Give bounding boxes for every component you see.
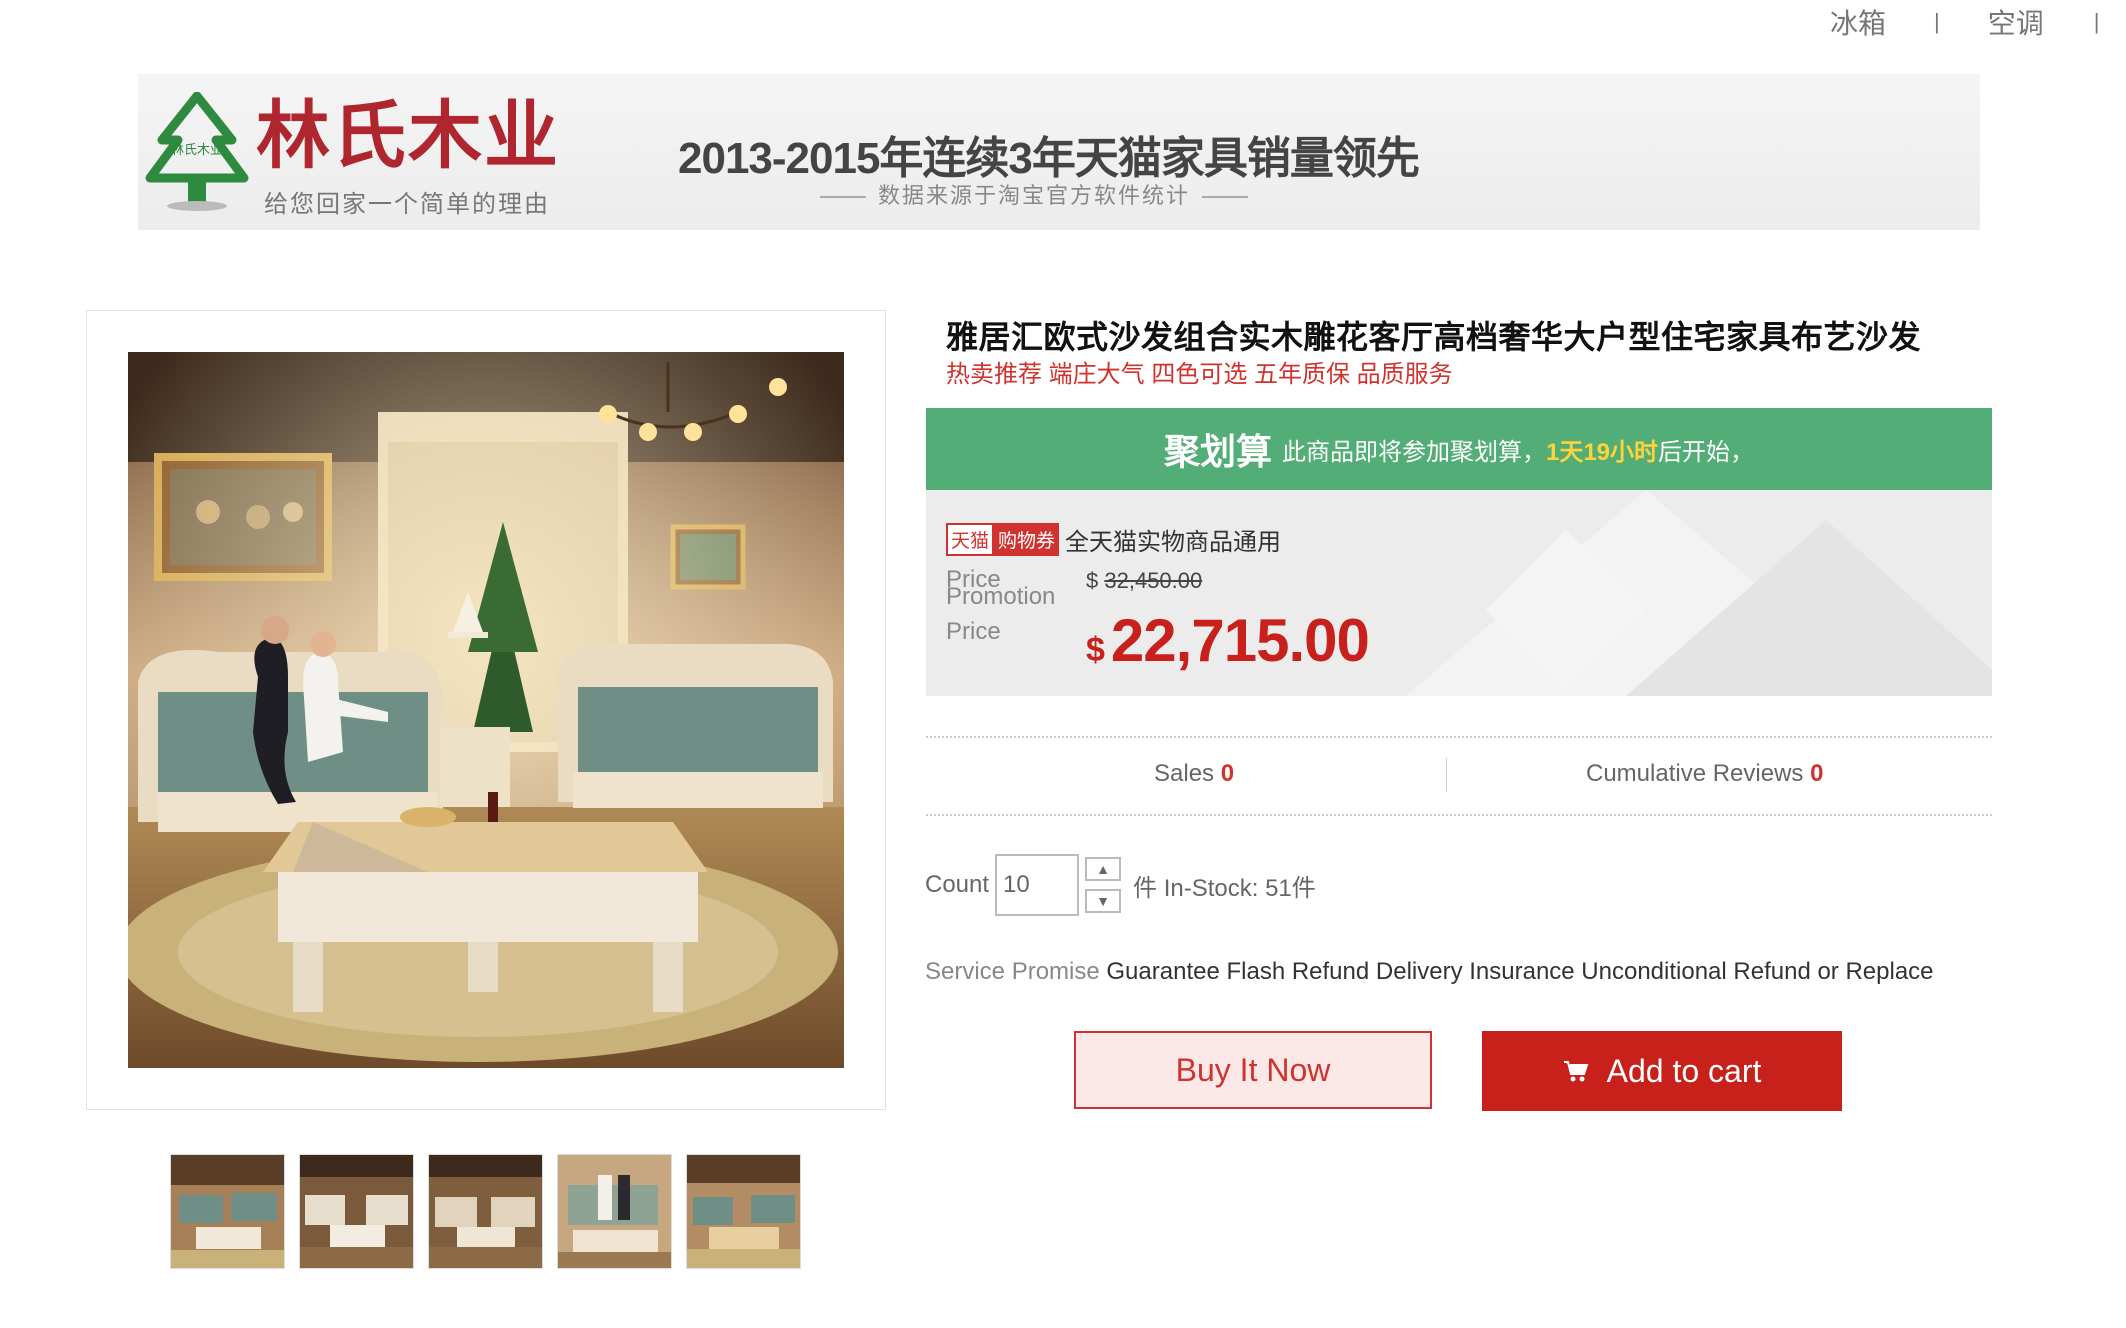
coupon-row[interactable]: 天猫 购物券 全天猫实物商品通用 <box>946 522 1281 557</box>
thumbnail-image <box>300 1155 413 1268</box>
reviews-label: Cumulative Reviews <box>1586 760 1804 787</box>
thumbnail[interactable] <box>170 1154 285 1269</box>
sales-stat: Sales 0 <box>1154 760 1234 788</box>
reviews-value: 0 <box>1810 760 1824 787</box>
product-title: 雅居汇欧式沙发组合实木雕花客厅高档奢华大户型住宅家具布艺沙发 <box>946 319 1922 355</box>
thumbnail[interactable] <box>299 1154 414 1269</box>
promotion-price: $22,715.00 <box>1086 606 1370 675</box>
banner-subline: 数据来源于淘宝官方软件统计 <box>808 178 1260 210</box>
thumbnail-image <box>558 1155 671 1268</box>
stats-divider <box>1446 758 1447 792</box>
chevron-up-icon[interactable]: ▲ <box>1085 857 1122 881</box>
nav-separator: | <box>2093 9 2100 34</box>
currency-symbol: $ <box>1086 631 1105 669</box>
decor-line <box>1202 196 1249 199</box>
cart-icon <box>1563 1061 1589 1082</box>
quantity-stepper: ▲ ▼ <box>1085 857 1122 913</box>
thumbnail[interactable] <box>428 1154 543 1269</box>
nav-link-fridge[interactable]: 冰箱 <box>1830 2 1886 42</box>
service-promise: Service Promise Guarantee Flash Refund D… <box>925 958 1934 986</box>
voucher-tag: 购物券 <box>994 523 1060 556</box>
original-price-value: 32,450.00 <box>1104 568 1203 593</box>
promotion-price-label: Price <box>946 618 1001 645</box>
promo-brand: 聚划算 <box>1163 432 1272 473</box>
original-price: $ 32,450.00 <box>1086 568 1202 594</box>
brand-slogan: 给您回家一个简单的理由 <box>264 191 550 218</box>
chevron-down-icon[interactable]: ▼ <box>1085 889 1122 913</box>
product-main-image[interactable] <box>128 352 844 1068</box>
decor-line <box>820 196 866 199</box>
count-label: Count <box>925 871 990 898</box>
sales-value: 0 <box>1220 760 1235 787</box>
promotion-label: Promotion <box>946 583 1056 610</box>
promo-text: 此商品即将参加聚划算， <box>1281 438 1546 466</box>
thumbnail-image <box>429 1155 542 1268</box>
add-to-cart-button[interactable]: Add to cart <box>1482 1031 1842 1111</box>
banner-headline: 2013-2015年连续3年天猫家具销量领先 <box>678 134 1420 183</box>
banner-subline-text: 数据来源于淘宝官方软件统计 <box>878 183 1191 208</box>
stats-row: Sales 0 Cumulative Reviews 0 <box>926 736 1992 816</box>
reviews-stat[interactable]: Cumulative Reviews 0 <box>1586 760 1823 788</box>
thumbnail-strip <box>170 1154 801 1269</box>
brand-name: 林氏木业 <box>256 96 560 178</box>
top-nav: 冰箱 | 空调 | <box>1830 0 2099 44</box>
tmall-tag: 天猫 <box>946 523 995 556</box>
thumbnail-image <box>171 1155 284 1268</box>
service-label: Service Promise <box>925 958 1100 985</box>
stock-text: 件 In-Stock: 51件 <box>1133 874 1316 902</box>
price-box: 天猫 购物券 全天猫实物商品通用 Price Promotion $ 32,45… <box>926 490 1992 696</box>
currency-symbol: $ <box>1086 568 1099 593</box>
sales-label: Sales <box>1154 760 1215 787</box>
thumbnail-image <box>687 1155 800 1268</box>
tree-logo-icon: 林氏木业 <box>145 92 249 211</box>
thumbnail[interactable] <box>686 1154 801 1269</box>
juhuasuan-promo-bar: 聚划算 此商品即将参加聚划算， 1天19小时 后开始， <box>926 408 1992 490</box>
quantity-input[interactable]: 10 <box>995 854 1080 916</box>
nav-separator: | <box>1934 9 1940 34</box>
buy-now-button[interactable]: Buy It Now <box>1074 1031 1432 1109</box>
promo-tail: 后开始， <box>1658 438 1755 466</box>
main-image-frame <box>86 310 886 1110</box>
product-subtitle: 热卖推荐 端庄大气 四色可选 五年质保 品质服务 <box>946 361 1453 388</box>
promotion-price-value: 22,715.00 <box>1110 607 1370 674</box>
quantity-row: Count 10 ▲ ▼ 件 In-Stock: 51件 <box>925 850 1316 920</box>
thumbnail[interactable] <box>557 1154 672 1269</box>
nav-link-aircon[interactable]: 空调 <box>1988 2 2044 42</box>
logo-tree-text: 林氏木业 <box>171 143 223 158</box>
coupon-text: 全天猫实物商品通用 <box>1065 529 1282 556</box>
store-banner[interactable]: 林氏木业 林氏木业 给您回家一个简单的理由 2013-2015年连续3年天猫家具… <box>138 74 1980 230</box>
promo-countdown: 1天19小时 <box>1545 438 1659 466</box>
add-to-cart-label: Add to cart <box>1606 1052 1762 1089</box>
service-text: Guarantee Flash Refund Delivery Insuranc… <box>1106 958 1934 985</box>
